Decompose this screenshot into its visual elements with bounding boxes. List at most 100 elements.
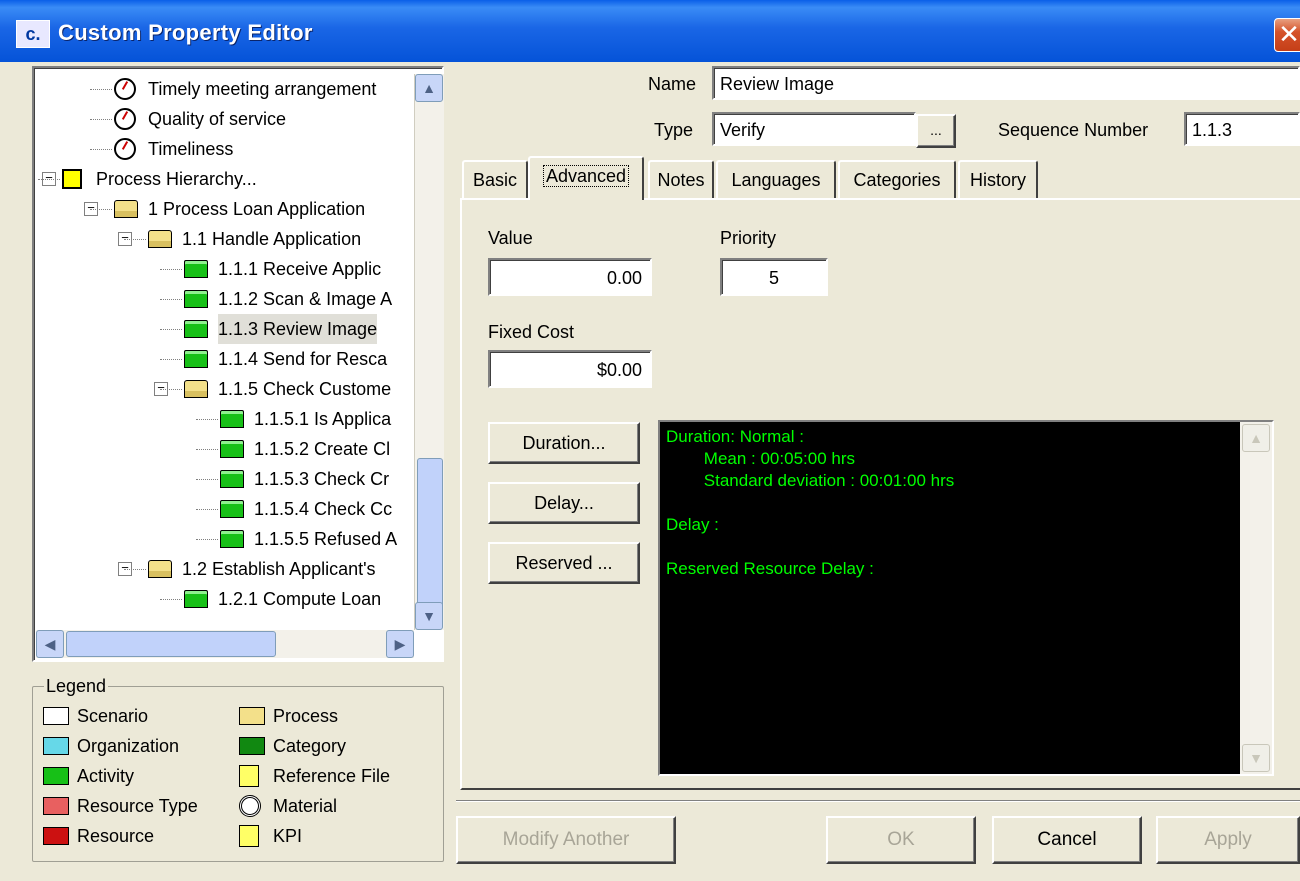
- activity-folder-icon: [220, 530, 244, 548]
- scroll-right-button[interactable]: ▶: [386, 630, 414, 658]
- summary-scroll-up-button[interactable]: ▲: [1242, 424, 1270, 452]
- tab-basic-label: Basic: [472, 170, 517, 190]
- tab-notes[interactable]: Notes: [648, 160, 714, 198]
- tree-scroll-thumb[interactable]: [417, 458, 443, 612]
- legend-item-label: Organization: [77, 736, 180, 756]
- material-icon: [239, 795, 261, 817]
- activity-folder-icon: [184, 350, 208, 368]
- summary-line: [666, 492, 1266, 514]
- name-field[interactable]: Review Image: [712, 66, 1300, 100]
- tree-connector: [196, 449, 218, 450]
- tree-item-label: 1.1.2 Scan & Image A: [218, 289, 393, 309]
- tab-basic[interactable]: Basic: [462, 160, 528, 198]
- tree-item[interactable]: Timely meeting arrangement: [34, 74, 434, 104]
- fixed-cost-field[interactable]: $0.00: [488, 350, 652, 388]
- tab-languages[interactable]: Languages: [716, 160, 836, 198]
- summary-line: Reserved Resource Delay :: [666, 559, 874, 578]
- value-field[interactable]: 0.00: [488, 258, 652, 296]
- scroll-down-button[interactable]: ▼: [415, 602, 443, 630]
- tree-item[interactable]: 1.1.5.1 Is Applica: [34, 404, 434, 434]
- apply-button[interactable]: Apply: [1156, 816, 1300, 864]
- tree-item-label: Timely meeting arrangement: [148, 79, 377, 99]
- tree-item[interactable]: 1.1.2 Scan & Image A: [34, 284, 434, 314]
- duration-summary-text: Duration: Normal : Mean : 00:05:00 hrs S…: [658, 420, 1274, 776]
- folder-open-icon: [184, 380, 208, 398]
- tree-item[interactable]: −1 Process Loan Application: [34, 194, 434, 224]
- activity-folder-icon: [220, 500, 244, 518]
- tree-item[interactable]: −1.1 Handle Application: [34, 224, 434, 254]
- sequence-number-field[interactable]: 1.1.3: [1184, 112, 1300, 146]
- priority-field[interactable]: 5: [720, 258, 828, 296]
- activity-folder-icon: [220, 410, 244, 428]
- tree-item[interactable]: 1.1.5.2 Create Cl: [34, 434, 434, 464]
- activity-folder-icon: [220, 470, 244, 488]
- summary-scroll-down-button[interactable]: ▼: [1242, 744, 1270, 772]
- tree-connector: [160, 329, 182, 330]
- tab-history-label: History: [969, 170, 1026, 190]
- tab-history[interactable]: History: [958, 160, 1038, 198]
- folder-open-icon: [148, 560, 172, 578]
- process-tree[interactable]: Timely meeting arrangement Quality of ser…: [32, 66, 444, 662]
- tab-categories[interactable]: Categories: [838, 160, 956, 198]
- legend-item-label: KPI: [273, 826, 303, 846]
- tree-item[interactable]: Quality of service: [34, 104, 434, 134]
- scenario-icon: [43, 707, 69, 725]
- tree-horizontal-scrollbar[interactable]: ◀ ▶: [36, 630, 414, 658]
- tree-item[interactable]: −1.1.5 Check Custome: [34, 374, 434, 404]
- activity-folder-icon: [184, 260, 208, 278]
- modify-another-button[interactable]: Modify Another: [456, 816, 676, 864]
- close-button[interactable]: ✕: [1274, 18, 1300, 52]
- tree-connector: [160, 359, 182, 360]
- legend-item-label: Process: [273, 706, 339, 726]
- tree-item[interactable]: 1.1.4 Send for Resca: [34, 344, 434, 374]
- tree-connector: [160, 389, 182, 390]
- legend-item-label: Material: [273, 796, 338, 816]
- legend-item-label: Activity: [77, 766, 135, 786]
- tree-hscroll-thumb[interactable]: [66, 631, 276, 657]
- window-title: Custom Property Editor: [58, 20, 313, 45]
- reference-file-icon: [239, 765, 259, 787]
- tree-item-label: 1 Process Loan Application: [148, 199, 366, 219]
- tree-item[interactable]: 1.1.1 Receive Applic: [34, 254, 434, 284]
- activity-folder-icon: [184, 290, 208, 308]
- delay-button[interactable]: Delay...: [488, 482, 640, 524]
- name-label: Name: [648, 74, 697, 94]
- reserved-button[interactable]: Reserved ...: [488, 542, 640, 584]
- tree-item-label: Quality of service: [148, 109, 287, 129]
- duration-button[interactable]: Duration...: [488, 422, 640, 464]
- process-icon: [239, 707, 265, 725]
- summary-vertical-scrollbar[interactable]: ▲ ▼: [1240, 422, 1272, 774]
- resource-type-icon: [43, 797, 69, 815]
- ok-button[interactable]: OK: [826, 816, 976, 864]
- tree-connector: [90, 89, 112, 90]
- kpi-icon: [114, 108, 136, 130]
- tree-item[interactable]: 1.1.3 Review Image: [34, 314, 434, 344]
- legend-item-label: Resource Type: [77, 796, 198, 816]
- tree-connector: [196, 509, 218, 510]
- tree-vertical-scrollbar[interactable]: ▲ ▼: [414, 74, 444, 630]
- cancel-button[interactable]: Cancel: [992, 816, 1142, 864]
- tree-item-label: 1.1.1 Receive Applic: [218, 259, 382, 279]
- priority-label: Priority: [720, 228, 777, 248]
- legend-item-label: Reference File: [273, 766, 391, 786]
- tree-item[interactable]: 1.2.1 Compute Loan: [34, 584, 434, 614]
- tree-item-label: 1.1.5.2 Create Cl: [254, 439, 391, 459]
- activity-folder-icon: [220, 440, 244, 458]
- tree-item[interactable]: −1.2 Establish Applicant's: [34, 554, 434, 584]
- kpi-icon: [114, 78, 136, 100]
- tree-item-label: 1.2 Establish Applicant's: [182, 559, 376, 579]
- tree-item[interactable]: 1.1.5.5 Refused A: [34, 524, 434, 554]
- tree-item[interactable]: 1.1.5.3 Check Cr: [34, 464, 434, 494]
- app-icon: c.: [16, 20, 50, 48]
- tree-item[interactable]: 1.1.5.4 Check Cc: [34, 494, 434, 524]
- tree-connector: [90, 149, 112, 150]
- tree-item[interactable]: − Process Hierarchy...: [34, 164, 434, 194]
- type-field[interactable]: Verify: [712, 112, 916, 146]
- tree-connector: [124, 239, 146, 240]
- tab-advanced[interactable]: Advanced: [528, 156, 644, 200]
- tree-connector: [160, 599, 182, 600]
- scroll-left-button[interactable]: ◀: [36, 630, 64, 658]
- scroll-up-button[interactable]: ▲: [415, 74, 443, 102]
- tree-item[interactable]: Timeliness: [34, 134, 434, 164]
- type-browse-button[interactable]: ...: [916, 114, 956, 148]
